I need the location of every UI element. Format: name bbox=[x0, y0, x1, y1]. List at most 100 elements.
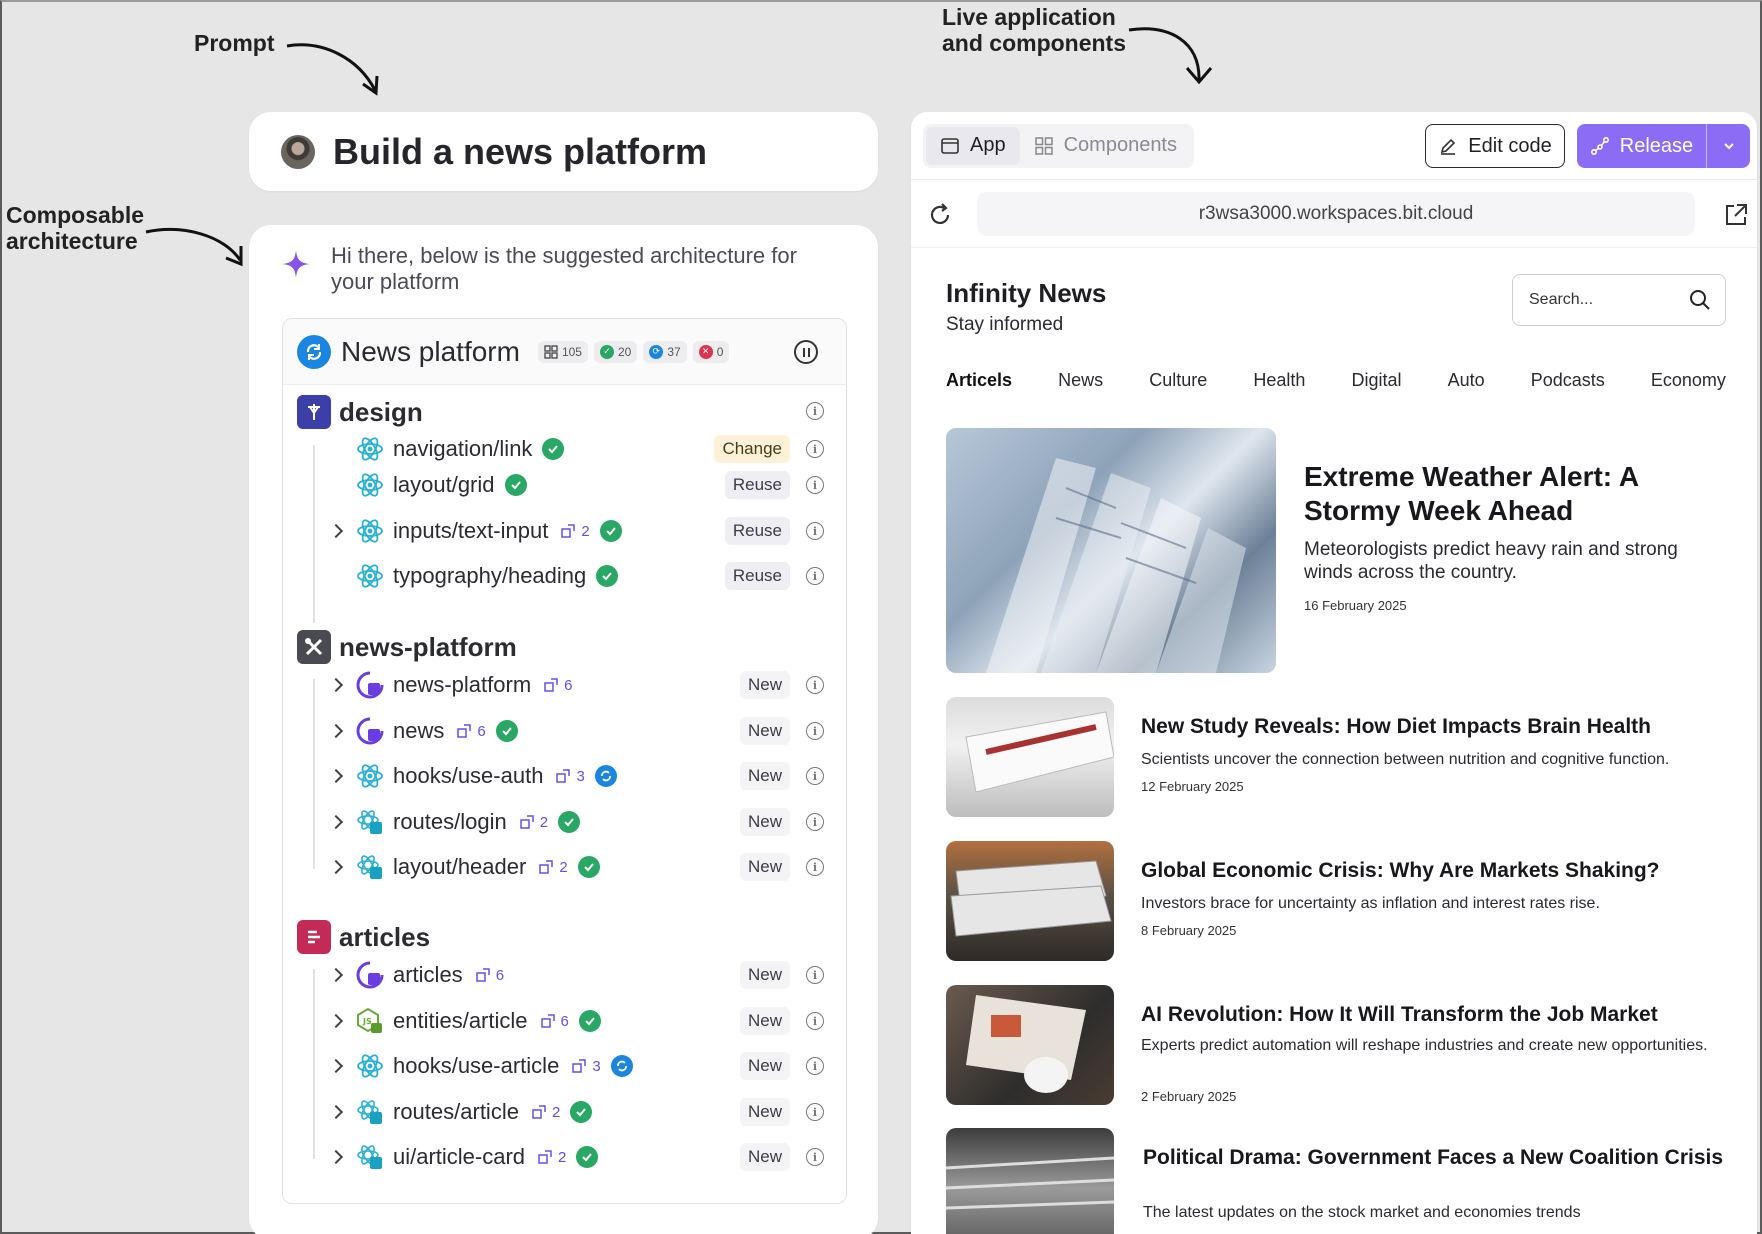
info-icon[interactable]: i bbox=[806, 1057, 824, 1075]
component-row[interactable]: navigation/link Change i bbox=[283, 429, 846, 469]
component-row[interactable]: inputs/text-input 2 Reuse i bbox=[283, 511, 846, 551]
tab-app[interactable]: App bbox=[926, 126, 1020, 165]
status-tag: New bbox=[739, 1052, 790, 1080]
release-button[interactable]: Release bbox=[1577, 124, 1750, 168]
nav-item-podcasts[interactable]: Podcasts bbox=[1531, 370, 1605, 391]
nav-item-health[interactable]: Health bbox=[1253, 370, 1305, 391]
avatar bbox=[281, 134, 315, 169]
search-icon[interactable] bbox=[1689, 289, 1711, 311]
chevron-right-icon[interactable] bbox=[328, 523, 344, 539]
article-item[interactable]: Global Economic Crisis: Why Are Markets … bbox=[946, 841, 1726, 961]
article-thumbnail bbox=[946, 985, 1114, 1105]
info-icon[interactable]: i bbox=[806, 1012, 824, 1030]
app-component-icon bbox=[355, 716, 385, 746]
article-title[interactable]: New Study Reveals: How Diet Impacts Brai… bbox=[1141, 715, 1731, 738]
annotation-prompt: Prompt bbox=[194, 30, 275, 56]
hero-headline[interactable]: Extreme Weather Alert: A Stormy Week Ahe… bbox=[1304, 460, 1724, 528]
chevron-right-icon[interactable] bbox=[328, 677, 344, 693]
sync-icon bbox=[297, 334, 331, 369]
react-icon bbox=[355, 761, 385, 791]
check-icon bbox=[599, 520, 622, 542]
chevron-right-icon[interactable] bbox=[328, 967, 344, 983]
tab-components[interactable]: Components bbox=[1020, 127, 1191, 165]
component-row[interactable]: news-platform 6 New i bbox=[283, 665, 846, 705]
component-name: typography/heading bbox=[393, 563, 587, 588]
component-row[interactable]: hooks/use-auth 3 New i bbox=[283, 756, 846, 796]
article-title[interactable]: AI Revolution: How It Will Transform the… bbox=[1141, 1003, 1731, 1026]
info-icon[interactable]: i bbox=[806, 813, 824, 831]
release-dropdown-button[interactable] bbox=[1706, 124, 1750, 168]
search-input[interactable]: Search... bbox=[1512, 274, 1726, 326]
info-icon[interactable]: i bbox=[806, 402, 824, 420]
scope-news-platform[interactable]: news-platform bbox=[297, 630, 517, 664]
info-icon[interactable]: i bbox=[806, 722, 824, 740]
component-row[interactable]: ui/article-card 2 New i bbox=[283, 1137, 846, 1177]
component-row[interactable]: routes/login 2 New i bbox=[283, 802, 846, 842]
nav-item-culture[interactable]: Culture bbox=[1149, 370, 1207, 391]
component-name: hooks/use-auth bbox=[393, 763, 544, 788]
component-row[interactable]: articles 6 New i bbox=[283, 955, 846, 995]
chevron-right-icon[interactable] bbox=[328, 1104, 344, 1120]
component-row[interactable]: routes/article 2 New i bbox=[283, 1092, 846, 1132]
sparkle-icon bbox=[282, 250, 310, 278]
react-page-icon bbox=[355, 1097, 385, 1127]
hero-image[interactable] bbox=[946, 428, 1276, 673]
info-icon[interactable]: i bbox=[806, 476, 824, 494]
site-brand[interactable]: Infinity News bbox=[946, 278, 1106, 309]
status-tag: New bbox=[739, 1098, 790, 1126]
react-page-icon bbox=[355, 807, 385, 837]
external-link-icon[interactable] bbox=[1723, 202, 1749, 228]
info-icon[interactable]: i bbox=[806, 440, 824, 458]
article-item[interactable]: Political Drama: Government Faces a New … bbox=[946, 1128, 1726, 1234]
refresh-icon[interactable] bbox=[927, 202, 953, 228]
address-field[interactable]: r3wsa3000.workspaces.bit.cloud bbox=[977, 192, 1695, 236]
info-icon[interactable]: i bbox=[806, 676, 824, 694]
component-row[interactable]: layout/grid Reuse i bbox=[283, 465, 846, 505]
assistant-intro: Hi there, below is the suggested archite… bbox=[331, 243, 797, 294]
release-icon bbox=[1590, 136, 1609, 156]
scope-design[interactable]: design bbox=[297, 395, 423, 429]
chevron-right-icon[interactable] bbox=[328, 814, 344, 830]
nav-item-economy[interactable]: Economy bbox=[1651, 370, 1726, 391]
chevron-right-icon[interactable] bbox=[328, 768, 344, 784]
check-icon bbox=[577, 856, 600, 878]
chevron-right-icon[interactable] bbox=[328, 723, 344, 739]
edit-code-button[interactable]: Edit code bbox=[1425, 124, 1565, 168]
component-row[interactable]: typography/heading Reuse i bbox=[283, 556, 846, 596]
chevron-right-icon[interactable] bbox=[328, 859, 344, 875]
nav-item-digital[interactable]: Digital bbox=[1352, 370, 1402, 391]
component-name: layout/header bbox=[393, 854, 527, 879]
sync-icon bbox=[594, 765, 617, 787]
chevron-right-icon[interactable] bbox=[328, 1149, 344, 1165]
chevron-down-icon bbox=[1723, 143, 1734, 150]
dependencies-badge: 6 bbox=[540, 1013, 569, 1030]
component-row[interactable]: hooks/use-article 3 New i bbox=[283, 1046, 846, 1086]
component-row[interactable]: layout/header 2 New i bbox=[283, 847, 846, 887]
info-icon[interactable]: i bbox=[806, 567, 824, 585]
info-icon[interactable]: i bbox=[806, 966, 824, 984]
nav-item-articels[interactable]: Articels bbox=[946, 370, 1012, 391]
scope-articles[interactable]: articles bbox=[297, 920, 430, 954]
article-title[interactable]: Global Economic Crisis: Why Are Markets … bbox=[1141, 859, 1731, 882]
info-icon[interactable]: i bbox=[806, 767, 824, 785]
info-icon[interactable]: i bbox=[806, 522, 824, 540]
nav-item-news[interactable]: News bbox=[1058, 370, 1103, 391]
chevron-right-icon[interactable] bbox=[328, 1058, 344, 1074]
app-component-icon bbox=[355, 670, 385, 700]
article-item[interactable]: New Study Reveals: How Diet Impacts Brai… bbox=[946, 697, 1726, 817]
article-title[interactable]: Political Drama: Government Faces a New … bbox=[1143, 1146, 1733, 1169]
status-tag: Reuse bbox=[724, 471, 790, 499]
component-row[interactable]: news 6 New i bbox=[283, 711, 846, 751]
info-icon[interactable]: i bbox=[806, 1103, 824, 1121]
component-row[interactable]: JS entities/article 6 New i bbox=[283, 1001, 846, 1041]
info-icon[interactable]: i bbox=[806, 1148, 824, 1166]
nav-item-auto[interactable]: Auto bbox=[1448, 370, 1485, 391]
dependencies-badge: 3 bbox=[571, 1058, 601, 1075]
dependencies-icon bbox=[561, 524, 576, 538]
article-item[interactable]: AI Revolution: How It Will Transform the… bbox=[946, 985, 1726, 1105]
status-tag: New bbox=[739, 1007, 790, 1035]
pause-button[interactable] bbox=[794, 340, 818, 364]
check-icon bbox=[558, 811, 581, 833]
chevron-right-icon[interactable] bbox=[328, 1013, 344, 1029]
info-icon[interactable]: i bbox=[806, 858, 824, 876]
